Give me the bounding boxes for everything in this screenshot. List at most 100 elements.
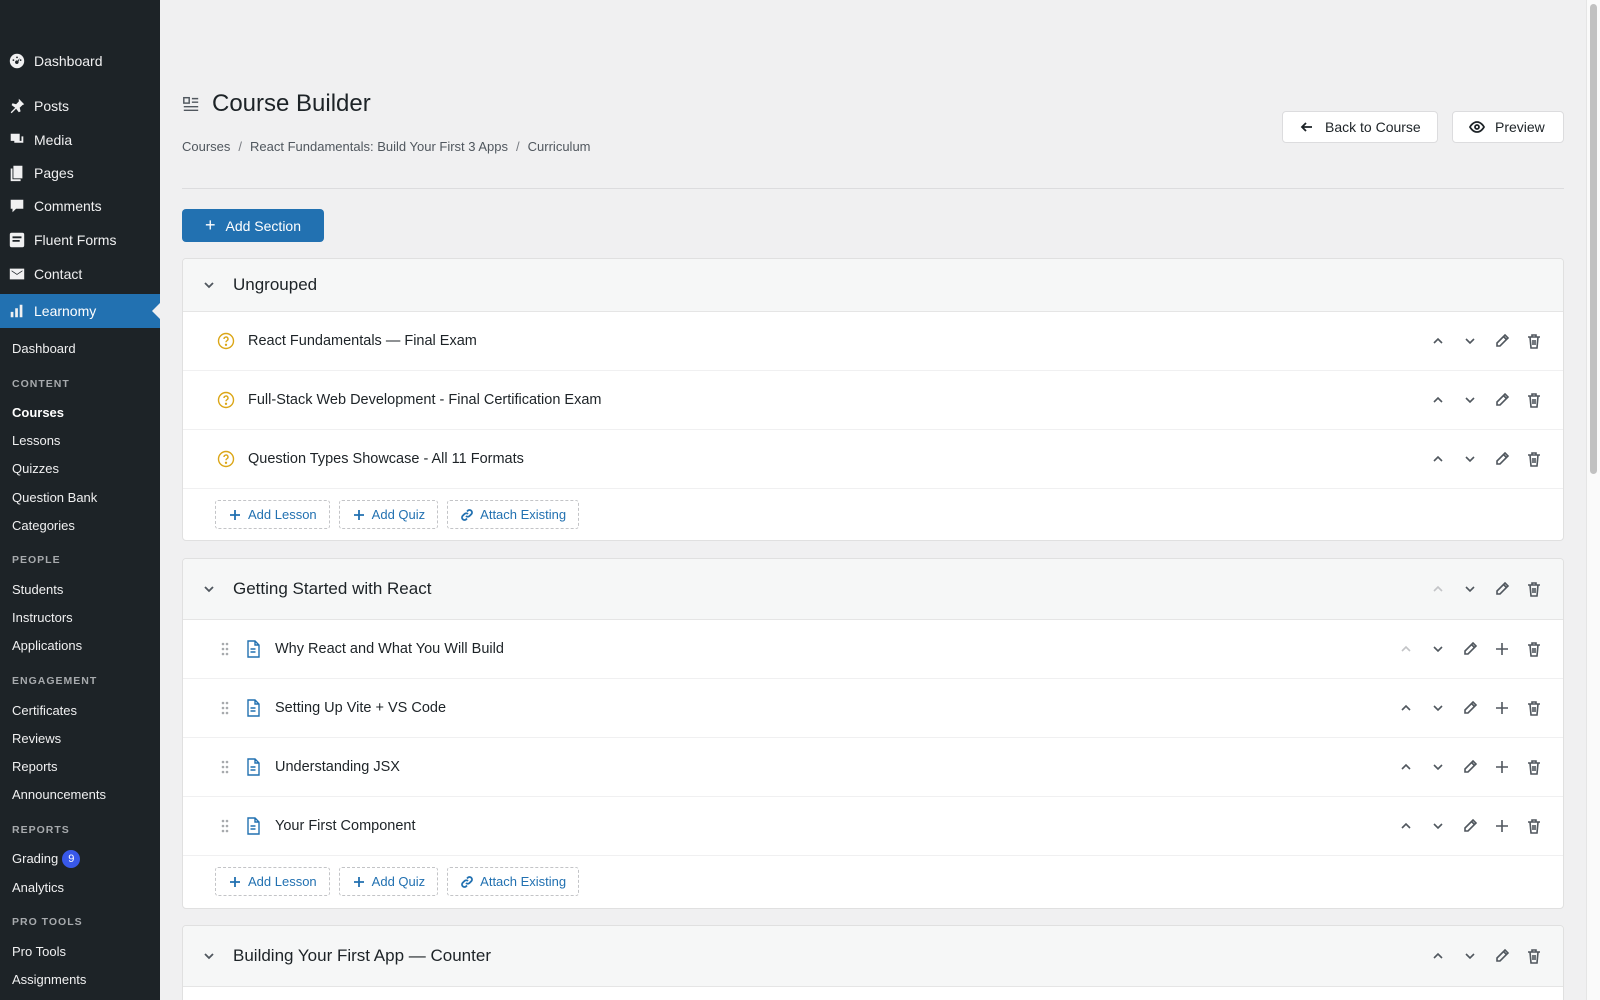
trash-icon[interactable]: [1525, 332, 1543, 350]
submenu-certificates[interactable]: Certificates: [12, 701, 77, 721]
move-up-icon[interactable]: [1429, 450, 1447, 468]
add-plus-icon[interactable]: [1493, 640, 1511, 658]
move-down-icon[interactable]: [1429, 699, 1447, 717]
attach-existing-button[interactable]: Attach Existing: [447, 867, 580, 896]
submenu-dashboard[interactable]: Dashboard: [12, 339, 76, 359]
add-lesson-button[interactable]: Add Lesson: [215, 867, 330, 896]
move-down-icon[interactable]: [1429, 817, 1447, 835]
edit-pencil-icon[interactable]: [1461, 817, 1479, 835]
back-to-course-button[interactable]: Back to Course: [1282, 111, 1438, 143]
move-down-icon[interactable]: [1461, 332, 1479, 350]
list-item[interactable]: Full-Stack Web Development - Final Certi…: [183, 371, 1563, 430]
trash-icon[interactable]: [1525, 450, 1543, 468]
add-plus-icon[interactable]: [1493, 699, 1511, 717]
submenu-students[interactable]: Students: [12, 580, 63, 600]
submenu-question-bank[interactable]: Question Bank: [12, 488, 97, 508]
section-header[interactable]: Ungrouped: [183, 259, 1563, 312]
submenu-lessons[interactable]: Lessons: [12, 431, 60, 451]
menu-contact[interactable]: Contact: [0, 257, 160, 291]
submenu-assignments[interactable]: Assignments: [12, 970, 86, 990]
move-up-icon[interactable]: [1429, 391, 1447, 409]
trash-icon[interactable]: [1525, 817, 1543, 835]
trash-icon[interactable]: [1525, 640, 1543, 658]
move-up-icon[interactable]: [1397, 699, 1415, 717]
edit-pencil-icon[interactable]: [1493, 450, 1511, 468]
page-scrollbar[interactable]: [1586, 0, 1600, 1000]
move-up-icon[interactable]: [1397, 758, 1415, 776]
trash-icon[interactable]: [1525, 758, 1543, 776]
preview-button[interactable]: Preview: [1452, 111, 1564, 143]
submenu-grading[interactable]: Grading 9: [12, 849, 81, 869]
list-item[interactable]: Why React and What You Will Build: [183, 620, 1563, 679]
submenu-instructors[interactable]: Instructors: [12, 608, 73, 628]
list-item[interactable]: Understanding JSX: [183, 738, 1563, 797]
item-title: React Fundamentals — Final Exam: [248, 333, 477, 349]
trash-icon[interactable]: [1525, 580, 1543, 598]
drag-handle-icon[interactable]: [220, 818, 230, 834]
edit-pencil-icon[interactable]: [1461, 640, 1479, 658]
move-down-icon[interactable]: [1429, 758, 1447, 776]
attach-existing-button[interactable]: Attach Existing: [447, 500, 580, 529]
chevron-down-icon[interactable]: [201, 581, 217, 597]
menu-dashboard[interactable]: Dashboard: [0, 44, 160, 78]
move-down-icon[interactable]: [1461, 391, 1479, 409]
scroll-thumb[interactable]: [1590, 4, 1597, 474]
trash-icon[interactable]: [1525, 947, 1543, 965]
menu-label: Dashboard: [34, 53, 103, 69]
move-up-icon[interactable]: [1397, 640, 1415, 658]
menu-label: Contact: [34, 266, 83, 282]
edit-pencil-icon[interactable]: [1493, 580, 1511, 598]
edit-pencil-icon[interactable]: [1493, 391, 1511, 409]
breadcrumb-course[interactable]: React Fundamentals: Build Your First 3 A…: [250, 139, 508, 154]
move-down-icon[interactable]: [1461, 580, 1479, 598]
menu-learnomy[interactable]: Learnomy: [0, 294, 160, 328]
move-up-icon[interactable]: [1429, 947, 1447, 965]
trash-icon[interactable]: [1525, 391, 1543, 409]
menu-fluent-forms[interactable]: Fluent Forms: [0, 223, 160, 257]
section-header[interactable]: Getting Started with React: [183, 559, 1563, 620]
submenu-applications[interactable]: Applications: [12, 636, 82, 656]
move-down-icon[interactable]: [1429, 640, 1447, 658]
submenu-categories[interactable]: Categories: [12, 516, 75, 536]
add-plus-icon[interactable]: [1493, 817, 1511, 835]
drag-handle-icon[interactable]: [220, 759, 230, 775]
edit-pencil-icon[interactable]: [1493, 332, 1511, 350]
menu-media[interactable]: Media: [0, 123, 160, 157]
add-quiz-button[interactable]: Add Quiz: [338, 867, 439, 896]
add-quiz-button[interactable]: Add Quiz: [338, 500, 439, 529]
add-lesson-button[interactable]: Add Lesson: [215, 500, 330, 529]
menu-posts[interactable]: Posts: [0, 89, 160, 123]
submenu-quizzes[interactable]: Quizzes: [12, 459, 59, 479]
breadcrumb-courses[interactable]: Courses: [182, 139, 230, 154]
menu-pages[interactable]: Pages: [0, 156, 160, 190]
add-plus-icon[interactable]: [1493, 758, 1511, 776]
chevron-down-icon[interactable]: [201, 277, 217, 293]
submenu-reports[interactable]: Reports: [12, 757, 58, 777]
list-item[interactable]: Setting Up Vite + VS Code: [183, 679, 1563, 738]
list-item[interactable]: React Fundamentals — Final Exam: [183, 312, 1563, 371]
chevron-down-icon[interactable]: [201, 948, 217, 964]
drag-handle-icon[interactable]: [220, 700, 230, 716]
move-down-icon[interactable]: [1461, 450, 1479, 468]
edit-pencil-icon[interactable]: [1461, 758, 1479, 776]
forms-icon: [8, 231, 26, 249]
trash-icon[interactable]: [1525, 699, 1543, 717]
add-section-button[interactable]: + Add Section: [182, 209, 324, 242]
submenu-announcements[interactable]: Announcements: [12, 785, 106, 805]
plus-icon: [353, 509, 364, 520]
edit-pencil-icon[interactable]: [1493, 947, 1511, 965]
list-item[interactable]: Question Types Showcase - All 11 Formats: [183, 430, 1563, 489]
submenu-pro-tools[interactable]: Pro Tools: [12, 942, 66, 962]
move-up-icon[interactable]: [1429, 332, 1447, 350]
submenu-reviews[interactable]: Reviews: [12, 729, 61, 749]
move-up-icon[interactable]: [1429, 580, 1447, 598]
list-item[interactable]: Your First Component: [183, 797, 1563, 856]
menu-comments[interactable]: Comments: [0, 189, 160, 223]
move-up-icon[interactable]: [1397, 817, 1415, 835]
submenu-courses[interactable]: Courses: [12, 403, 64, 423]
submenu-analytics[interactable]: Analytics: [12, 878, 64, 898]
section-header[interactable]: Building Your First App — Counter: [183, 926, 1563, 987]
edit-pencil-icon[interactable]: [1461, 699, 1479, 717]
move-down-icon[interactable]: [1461, 947, 1479, 965]
drag-handle-icon[interactable]: [220, 641, 230, 657]
